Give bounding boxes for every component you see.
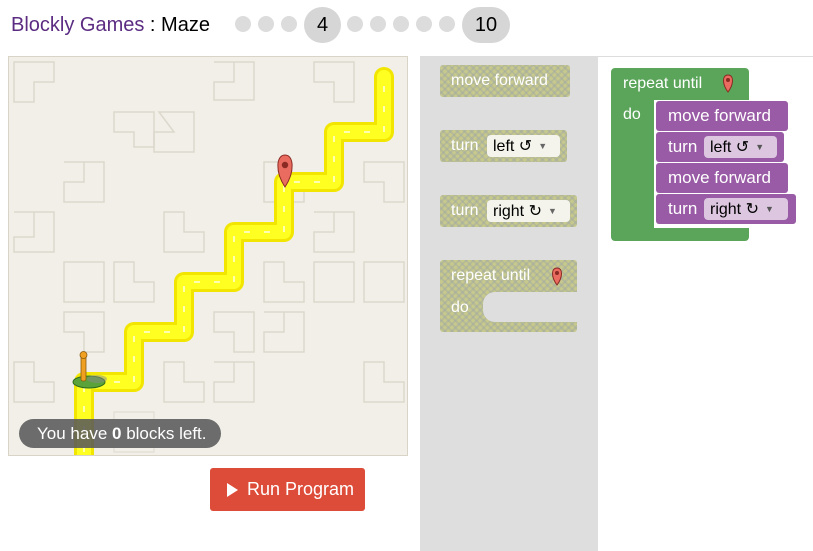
turn-direction-dropdown[interactable]: right ↻ ▼ (487, 200, 570, 222)
turn-label: turn (451, 202, 479, 219)
marker-icon (723, 74, 733, 93)
game-title: Maze (161, 14, 210, 36)
turn-direction-dropdown[interactable]: left ↺ ▼ (487, 135, 560, 157)
blockly-games-link[interactable]: Blockly Games (11, 14, 144, 36)
turn-direction-dropdown[interactable]: left ↺ ▼ (704, 136, 777, 158)
dropdown-arrow-icon: ▼ (547, 206, 557, 216)
title-separator: : (144, 14, 162, 36)
level-1-link[interactable] (235, 16, 251, 32)
do-label: do (451, 299, 469, 316)
pegman-icon (72, 351, 107, 389)
level-3-link[interactable] (281, 16, 297, 32)
level-8-link[interactable] (416, 16, 432, 32)
level-2-link[interactable] (258, 16, 274, 32)
turn-label: turn (451, 137, 479, 154)
turn-label: turn (668, 137, 698, 156)
repeat-until-label: repeat until (623, 75, 703, 92)
blocks-left-prefix: You have (37, 424, 112, 443)
dropdown-value: right ↻ (493, 203, 542, 220)
repeat-until-label: repeat until (451, 267, 531, 284)
program-move-forward-block[interactable]: move forward (656, 101, 788, 131)
toolbox-repeat-until-block[interactable]: repeat until do (440, 260, 577, 332)
maze-background (13, 61, 405, 455)
marker-icon (552, 267, 562, 286)
run-program-button[interactable]: Run Program (210, 468, 365, 511)
program-turn-right-block[interactable]: turn right ↻ ▼ (656, 194, 796, 224)
do-label: do (623, 106, 641, 123)
level-9-link[interactable] (439, 16, 455, 32)
move-forward-label: move forward (668, 168, 771, 187)
do-slot (483, 292, 577, 322)
play-icon (227, 483, 238, 497)
dropdown-arrow-icon: ▼ (755, 142, 765, 152)
level-10-link[interactable]: 10 (462, 7, 510, 43)
page-title: Blockly Games : Maze (11, 14, 210, 37)
header: Blockly Games : Maze 4 10 (0, 0, 813, 52)
turn-direction-dropdown[interactable]: right ↻ ▼ (704, 198, 788, 220)
toolbox-turn-left-block[interactable]: turn left ↺ ▼ (440, 130, 567, 162)
level-5-link[interactable] (347, 16, 363, 32)
dropdown-arrow-icon: ▼ (538, 141, 548, 151)
move-forward-label: move forward (451, 72, 548, 89)
toolbox-move-forward-block[interactable]: move forward (440, 65, 570, 97)
blocks-left-suffix: blocks left. (121, 424, 207, 443)
move-forward-label: move forward (668, 106, 771, 125)
dropdown-value: left ↺ (493, 138, 533, 155)
turn-label: turn (668, 199, 698, 218)
maze-canvas: You have 0 blocks left. (8, 56, 408, 456)
dropdown-arrow-icon: ▼ (764, 204, 774, 214)
dropdown-value: right ↻ (710, 201, 759, 218)
level-7-link[interactable] (393, 16, 409, 32)
level-6-link[interactable] (370, 16, 386, 32)
run-program-label: Run Program (247, 479, 355, 499)
program-turn-left-block[interactable]: turn left ↺ ▼ (656, 132, 784, 162)
blocks-left-status: You have 0 blocks left. (19, 419, 221, 448)
dropdown-value: left ↺ (710, 139, 750, 156)
toolbox-turn-right-block[interactable]: turn right ↻ ▼ (440, 195, 577, 227)
current-level-indicator: 4 (304, 7, 341, 43)
program-move-forward-block[interactable]: move forward (656, 163, 788, 193)
